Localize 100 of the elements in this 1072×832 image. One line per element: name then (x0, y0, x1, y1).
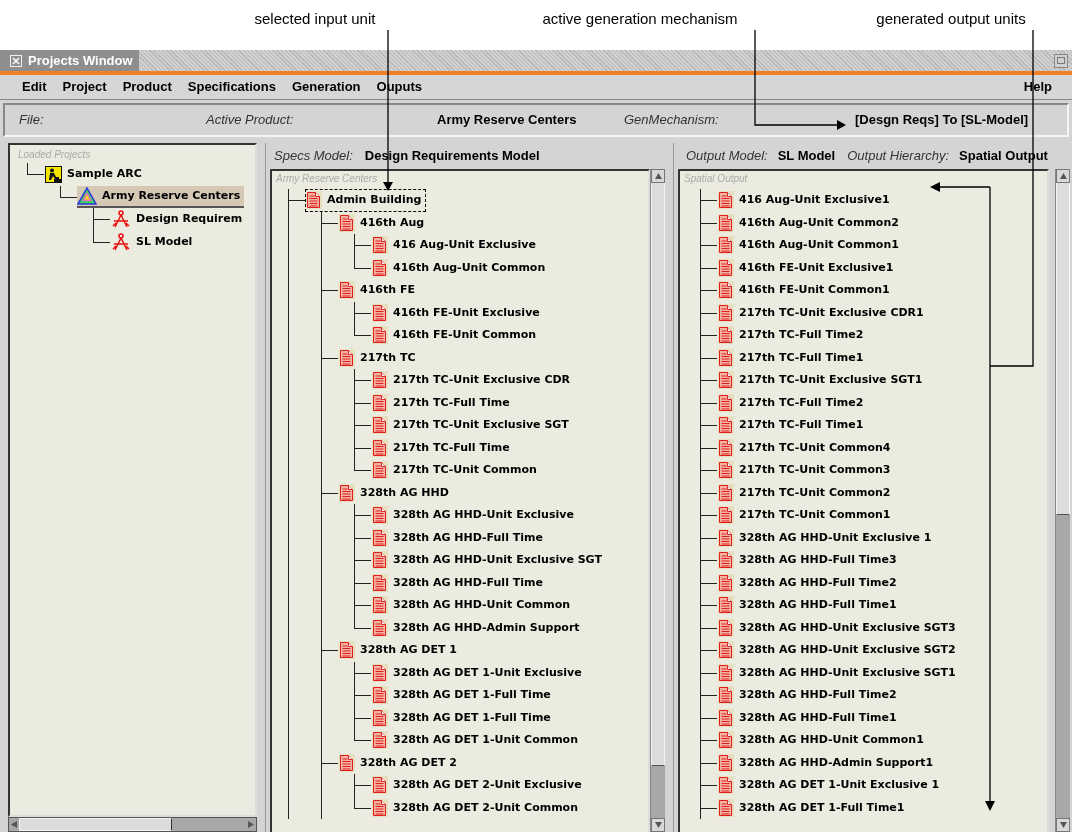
tree-item[interactable]: 328th AG HHD-Unit Exclusive SGT2 (717, 639, 961, 662)
callout-label: active generation mechanism (542, 9, 738, 29)
document-icon (372, 731, 388, 750)
tree-item[interactable]: 217th TC-Unit Common1 (717, 504, 896, 527)
tree-item[interactable]: 217th TC-Unit Exclusive SGT (371, 414, 574, 437)
info-value: Army Reserve Centers (437, 111, 578, 130)
tree-item[interactable]: 328th AG HHD-Full Time1 (717, 594, 902, 617)
tree-item[interactable]: 217th TC-Full Time1 (717, 414, 869, 437)
menu-item[interactable]: Generation (283, 75, 369, 99)
document-icon (339, 753, 355, 772)
document-icon (372, 596, 388, 615)
tree-item[interactable]: 328th AG HHD-Unit Exclusive SGT (371, 549, 607, 572)
tree-item[interactable]: Army Reserve Centers (77, 185, 245, 208)
tree-item[interactable]: 217th TC-Unit Common3 (717, 459, 896, 482)
tree-item[interactable]: 328th AG DET 2-Unit Exclusive (371, 774, 587, 797)
document-icon (718, 618, 734, 637)
tree-item[interactable]: 328th AG HHD-Full Time1 (717, 706, 902, 729)
menu-item[interactable]: Project (54, 75, 115, 99)
window-button-icon[interactable] (1054, 53, 1068, 68)
document-icon (718, 191, 734, 210)
left-arrow-icon[interactable] (11, 821, 17, 828)
tree-item[interactable]: 328th AG HHD-Unit Common1 (717, 729, 929, 752)
menu-item[interactable]: Product (114, 75, 180, 99)
tree-item[interactable]: 328th AG HHD-Unit Exclusive SGT3 (717, 616, 961, 639)
document-icon (306, 191, 322, 210)
tree-item[interactable]: 328th AG DET 1-Unit Exclusive (371, 661, 587, 684)
tree-item[interactable]: 217th TC-Full Time (371, 436, 515, 459)
tree-item[interactable]: 328th AG DET 1-Full Time1 (717, 796, 910, 819)
tree-item[interactable]: 328th AG HHD-Unit Common (371, 594, 576, 617)
compass-icon (111, 210, 131, 229)
tree-item[interactable]: 328th AG DET 1-Unit Common (371, 729, 583, 752)
down-arrow-icon[interactable] (1059, 822, 1067, 828)
scrollbar[interactable] (1055, 169, 1070, 832)
tree-item[interactable]: 416th Aug-Unit Common (371, 256, 551, 279)
document-icon (718, 641, 734, 660)
tree-item[interactable]: 416th FE-Unit Exclusive1 (717, 256, 899, 279)
document-icon (372, 438, 388, 457)
up-arrow-icon[interactable] (1059, 173, 1067, 179)
tree-item[interactable]: 416 Aug-Unit Exclusive1 (717, 189, 895, 212)
tree-item[interactable]: 217th TC-Full Time2 (717, 324, 869, 347)
tree-item[interactable]: 328th AG HHD-Unit Exclusive (371, 504, 579, 527)
tree-item[interactable]: 416th FE-Unit Common1 (717, 279, 895, 302)
tree-item[interactable]: 416th Aug-Unit Common1 (717, 234, 904, 257)
tree-item[interactable]: 217th TC-Unit Exclusive SGT1 (717, 369, 928, 392)
tree-item[interactable]: 328th AG HHD-Full Time2 (717, 684, 902, 707)
tree-item[interactable]: 328th AG DET 2 (338, 751, 462, 774)
tree-item[interactable]: 416 Aug-Unit Exclusive (371, 234, 541, 257)
document-icon (718, 753, 734, 772)
menu-item[interactable]: Edit (14, 75, 55, 99)
scrollbar[interactable] (650, 169, 665, 832)
tree-item[interactable]: 217th TC-Unit Exclusive CDR1 (717, 301, 929, 324)
document-icon (372, 236, 388, 255)
panel-caption: Spatial Output (683, 172, 748, 186)
tree-item[interactable]: 217th TC-Unit Common4 (717, 436, 896, 459)
document-icon (339, 281, 355, 300)
tree-item[interactable]: 328th AG DET 1-Full Time (371, 684, 556, 707)
scrollbar[interactable] (8, 817, 257, 832)
tree-item[interactable]: Admin Building (305, 189, 427, 212)
tree-item[interactable]: 217th TC-Full Time (371, 391, 515, 414)
tree-item[interactable]: 328th AG DET 1 (338, 639, 462, 662)
tree-item[interactable]: Design Requirem (110, 208, 248, 231)
tree-item[interactable]: 328th AG HHD-Full Time (371, 571, 548, 594)
up-arrow-icon[interactable] (654, 173, 662, 179)
tree-item[interactable]: 217th TC-Full Time1 (717, 346, 869, 369)
down-arrow-icon[interactable] (654, 822, 662, 828)
right-arrow-icon[interactable] (248, 821, 254, 828)
field-label: Output Hierarchy: (847, 147, 950, 166)
document-icon (718, 551, 734, 570)
tree-item[interactable]: 217th TC (338, 346, 421, 369)
tree-item[interactable]: 328th AG HHD-Full Time2 (717, 571, 902, 594)
tree-item[interactable]: 328th AG DET 2-Unit Common (371, 796, 583, 819)
tree-item[interactable]: 328th AG HHD-Unit Exclusive 1 (717, 526, 937, 549)
menu-item[interactable]: Specifications (179, 75, 284, 99)
tree-item[interactable]: 416th Aug-Unit Common2 (717, 211, 904, 234)
tree-item[interactable]: 328th AG HHD-Full Time (371, 526, 548, 549)
document-icon (718, 303, 734, 322)
document-icon (718, 663, 734, 682)
document-icon (718, 416, 734, 435)
tree-item[interactable]: 416th Aug (338, 211, 430, 234)
panel-caption: Army Reserve Centers (274, 172, 378, 186)
tree-item[interactable]: 328th AG HHD-Unit Exclusive SGT1 (717, 661, 961, 684)
tree-item[interactable]: 416th FE-Unit Common (371, 324, 542, 347)
tree-item[interactable]: 416th FE-Unit Exclusive (371, 301, 545, 324)
tree-item[interactable]: 217th TC-Unit Exclusive CDR (371, 369, 576, 392)
tree-item[interactable]: 328th AG DET 1-Full Time (371, 706, 556, 729)
panel-caption: Loaded Projects (17, 148, 91, 162)
tree-item[interactable]: 328th AG HHD-Admin Support1 (717, 751, 939, 774)
tree-item[interactable]: 328th AG HHD-Admin Support (371, 616, 585, 639)
x-logo-icon[interactable] (10, 54, 22, 67)
document-icon (339, 348, 355, 367)
tree-item[interactable]: SL Model (110, 230, 198, 253)
tree-item[interactable]: 328th AG DET 1-Unit Exclusive 1 (717, 774, 945, 797)
tree-item[interactable]: Sample ARC (44, 163, 147, 186)
tree-item[interactable]: 217th TC-Full Time2 (717, 391, 869, 414)
document-icon (372, 371, 388, 390)
tree-item[interactable]: 328th AG HHD-Full Time3 (717, 549, 902, 572)
tree-item[interactable]: 328th AG HHD (338, 481, 454, 504)
tree-item[interactable]: 217th TC-Unit Common (371, 459, 542, 482)
tree-item[interactable]: 416th FE (338, 279, 420, 302)
tree-item[interactable]: 217th TC-Unit Common2 (717, 481, 896, 504)
